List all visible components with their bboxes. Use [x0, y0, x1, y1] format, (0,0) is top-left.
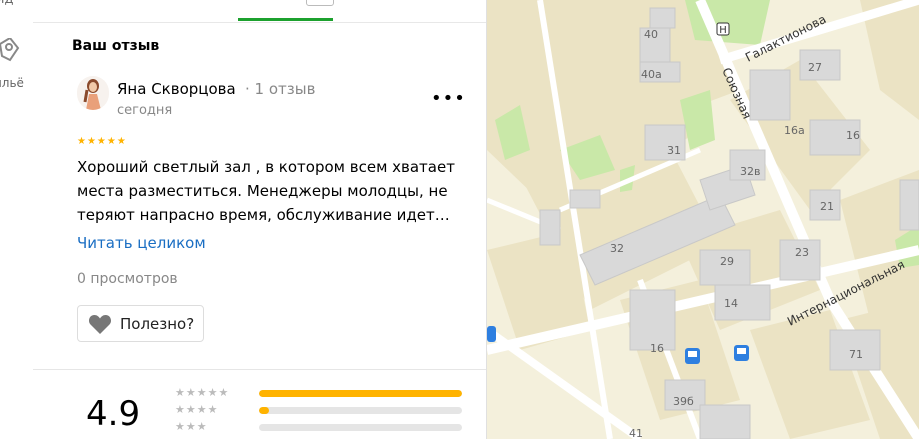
rating-bar-5 [259, 390, 462, 397]
rail-label[interactable]: ильë [0, 76, 24, 90]
building-number: 31 [667, 144, 681, 157]
building-number: 32в [740, 165, 760, 178]
rating-bar-5-fill [259, 390, 462, 397]
rating-bar-3 [259, 424, 462, 431]
stars-row-3: ★★★ [175, 420, 208, 433]
park-monument-icon: H [716, 22, 730, 36]
building-number: 27 [808, 61, 822, 74]
review-date: сегодня [117, 103, 173, 118]
review-heading: Ваш отзыв [72, 38, 160, 54]
building-number: 16а [784, 124, 805, 137]
active-tab-indicator [238, 18, 333, 21]
review-text: Хороший светлый зал , в котором всем хва… [77, 158, 455, 224]
average-rating: 4.9 [86, 394, 141, 434]
building-number: 40а [641, 68, 662, 81]
stars-row-5: ★★★★★ [175, 386, 230, 399]
rating-bar-4-fill [259, 407, 270, 414]
more-options-icon[interactable]: ••• [431, 88, 466, 109]
author-review-count: · 1 отзыв [245, 80, 316, 98]
avatar[interactable] [77, 76, 109, 110]
review-author[interactable]: Яна Скворцова [117, 80, 236, 98]
rating-bar-4 [259, 407, 462, 414]
tab-badge[interactable] [306, 0, 334, 6]
building-number: 23 [795, 246, 809, 259]
heart-icon [88, 314, 112, 334]
building-number: 40 [644, 28, 658, 41]
left-rail: ид ильë [0, 0, 34, 439]
helpful-label: Полезно? [120, 314, 195, 333]
views-count: 0 просмотров [77, 271, 178, 287]
building-number: 71 [849, 348, 863, 361]
review-panel: Ваш отзыв Яна Скворцова · 1 отзыв сегодн… [33, 0, 487, 439]
building-number: 14 [724, 297, 738, 310]
building-number: 16 [846, 129, 860, 142]
building-number: 41 [629, 427, 643, 439]
read-more-link[interactable]: Читать целиком [77, 234, 206, 252]
bus-stop-icon[interactable] [487, 326, 496, 342]
review-stars: ★★★★★ [77, 136, 127, 147]
panel-tabs [33, 0, 486, 23]
building-number: 39б [673, 395, 694, 408]
svg-text:H: H [719, 25, 727, 36]
bus-stop-icon[interactable] [685, 348, 700, 364]
bus-stop-icon[interactable] [734, 345, 749, 361]
divider [33, 369, 486, 370]
map-canvas[interactable]: H Галактионова Союзная Интернациональная… [484, 0, 919, 443]
building-number: 29 [720, 255, 734, 268]
helpful-button[interactable]: Полезно? [77, 305, 204, 342]
building-number: 21 [820, 200, 834, 213]
building-number: 32 [610, 242, 624, 255]
rail-top-label: ид [0, 0, 13, 7]
stars-row-4: ★★★★ [175, 403, 219, 416]
rail-bookmark-icon[interactable] [0, 36, 24, 72]
map[interactable]: H Галактионова Союзная Интернациональная… [484, 0, 919, 443]
building-number: 16 [650, 342, 664, 355]
